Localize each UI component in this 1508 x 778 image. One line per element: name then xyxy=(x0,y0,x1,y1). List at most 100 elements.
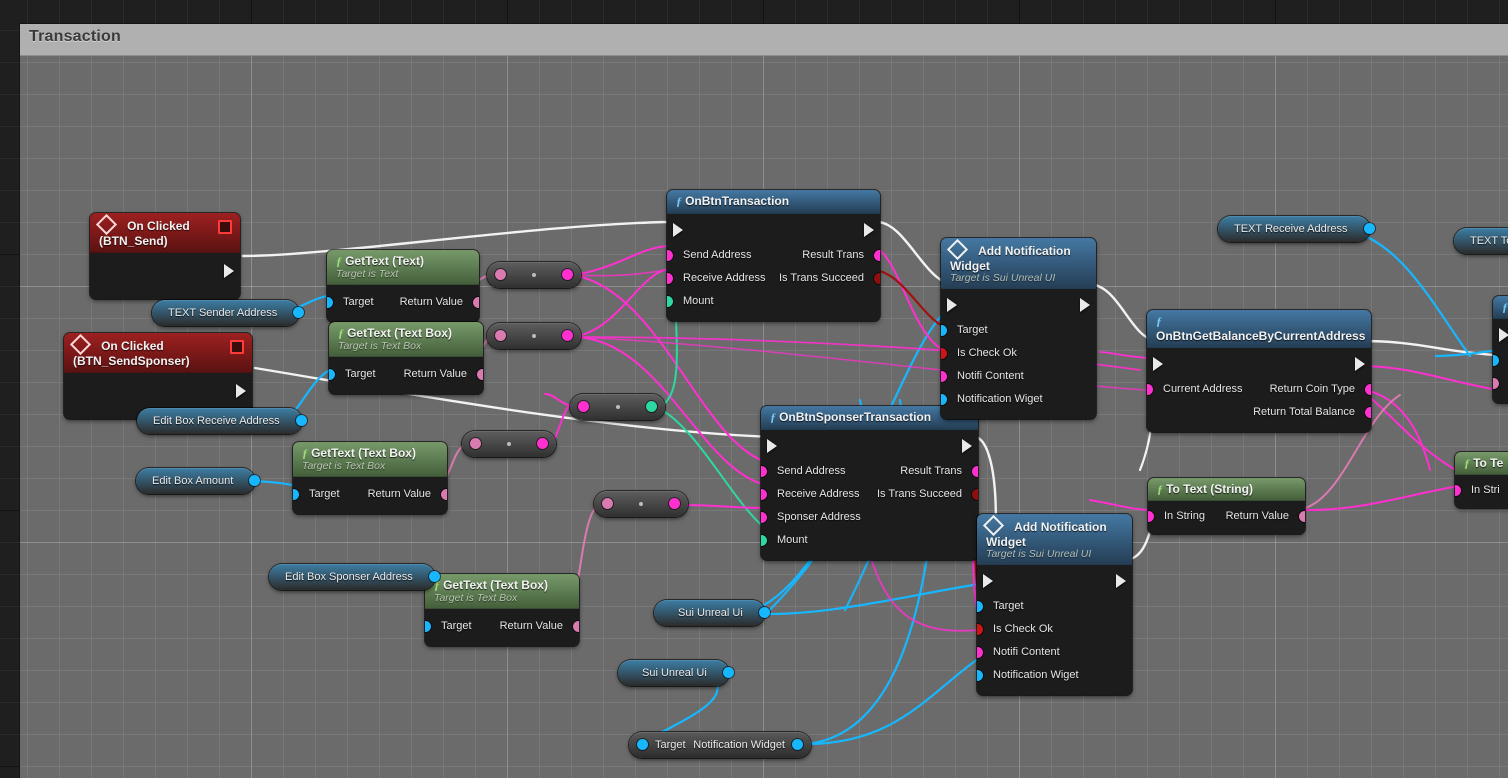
node-onbtngetbalancebycurrentaddress[interactable]: ƒ OnBtnGetBalanceByCurrentAddress Curren… xyxy=(1147,310,1371,432)
conv-input-pin[interactable] xyxy=(495,330,506,341)
is-check-ok-input-pin[interactable] xyxy=(941,348,947,359)
in-string-input-pin[interactable] xyxy=(1148,511,1154,522)
notifi-content-input-pin[interactable] xyxy=(977,647,983,658)
exec-out-pin[interactable] xyxy=(1116,574,1126,588)
conv-output-pin[interactable] xyxy=(562,269,573,280)
conv-output-pin[interactable] xyxy=(669,498,680,509)
receive-address-input-pin[interactable] xyxy=(667,273,673,284)
is-trans-succeed-output-pin[interactable] xyxy=(972,489,978,500)
current-address-input-pin[interactable] xyxy=(1147,384,1153,395)
pin-row-target[interactable]: Target xyxy=(977,595,1132,618)
node-gettext-text[interactable]: ƒ GetText (Text) Target is Text Target R… xyxy=(327,250,479,322)
var-sui-unreal-ui-1[interactable]: Sui Unreal Ui xyxy=(654,600,770,626)
pin-row-target[interactable]: Target xyxy=(941,319,1096,342)
pin-row-notifi-content[interactable]: Notifi Content xyxy=(941,365,1096,388)
variable-output-pin[interactable] xyxy=(1363,223,1375,234)
pin-row-current-address[interactable]: Current Address Return Coin Type xyxy=(1147,378,1371,401)
node-event-on-clicked-btn-sendsponser[interactable]: On Clicked (BTN_SendSponser) xyxy=(64,333,252,419)
node-onbtnsponsertransaction[interactable]: ƒ OnBtnSponserTransaction Send Address R… xyxy=(761,406,978,560)
text-input-pin[interactable] xyxy=(1493,378,1499,389)
pin-row-exec[interactable] xyxy=(1493,323,1508,349)
pin-row-notification-wiget[interactable]: Notification Wiget xyxy=(941,388,1096,411)
receive-address-input-pin[interactable] xyxy=(761,489,767,500)
mount-input-pin[interactable] xyxy=(761,535,767,546)
pin-row-exec[interactable] xyxy=(1147,352,1371,378)
delegate-pin-icon[interactable] xyxy=(230,340,244,354)
return-value-output-pin[interactable] xyxy=(1299,511,1305,522)
pin-row-exec[interactable] xyxy=(667,218,880,244)
conversion-node-text-to-text-2[interactable] xyxy=(487,323,581,349)
exec-out-pin[interactable] xyxy=(236,384,246,398)
variable-output-pin[interactable] xyxy=(722,667,734,678)
pin-row-send-address[interactable]: Send Address Result Trans xyxy=(667,244,880,267)
notifi-content-input-pin[interactable] xyxy=(941,371,947,382)
variable-output-pin[interactable] xyxy=(758,607,770,618)
conv-input-pin[interactable] xyxy=(602,498,613,509)
exec-out-pin[interactable] xyxy=(962,439,972,453)
target-input-pin[interactable] xyxy=(941,325,947,336)
exec-out-pin[interactable] xyxy=(224,264,234,278)
var-edit-box-amount[interactable]: Edit Box Amount xyxy=(136,468,261,494)
pin-row-exec[interactable] xyxy=(941,293,1096,319)
conv-input-pin[interactable] xyxy=(470,438,481,449)
pin-row-exec[interactable] xyxy=(977,569,1132,595)
target-input-pin[interactable] xyxy=(327,297,333,308)
node-partial-offscreen-right[interactable]: ƒ xyxy=(1493,296,1508,403)
conversion-node-text-to-float[interactable] xyxy=(570,394,665,420)
pin-row-target[interactable]: Target Return Value xyxy=(293,483,447,506)
is-trans-succeed-output-pin[interactable] xyxy=(874,273,880,284)
pin-row-exec[interactable] xyxy=(761,434,978,460)
conv-output-pin[interactable] xyxy=(537,438,548,449)
variable-output-pin[interactable] xyxy=(428,571,440,582)
pin-row-exec-out[interactable] xyxy=(90,259,240,282)
variable-output-pin[interactable] xyxy=(295,415,307,426)
node-to-text-string-offscreen[interactable]: ƒ To Te In Stri xyxy=(1455,452,1508,508)
sponser-address-input-pin[interactable] xyxy=(761,512,767,523)
return-value-output-pin[interactable] xyxy=(477,369,483,380)
var-text-total-offscreen[interactable]: TEXT Tot xyxy=(1454,228,1508,254)
blueprint-graph-canvas[interactable]: Transaction On Clicked (BTN_Send) On Cli… xyxy=(0,0,1508,778)
var-edit-box-receive-address[interactable]: Edit Box Receive Address xyxy=(137,408,307,434)
target-input-pin[interactable] xyxy=(977,601,983,612)
exec-out-pin[interactable] xyxy=(1080,298,1090,312)
object-input-pin[interactable] xyxy=(1493,355,1499,366)
delegate-pin-icon[interactable] xyxy=(218,220,232,234)
var-text-receive-address[interactable]: TEXT Receive Address xyxy=(1218,216,1375,242)
node-to-text-string[interactable]: ƒ To Text (String) In String Return Valu… xyxy=(1148,478,1305,534)
return-value-output-pin[interactable] xyxy=(573,621,579,632)
exec-out-pin[interactable] xyxy=(864,223,874,237)
exec-in-pin[interactable] xyxy=(767,439,777,453)
pin-row-in-string[interactable]: In Stri xyxy=(1455,479,1508,502)
conv-output-pin[interactable] xyxy=(646,401,657,412)
in-string-input-pin[interactable] xyxy=(1455,485,1461,496)
is-check-ok-input-pin[interactable] xyxy=(977,624,983,635)
notification-wiget-input-pin[interactable] xyxy=(941,394,947,405)
return-value-output-pin[interactable] xyxy=(473,297,479,308)
var-sui-unreal-ui-2[interactable]: Sui Unreal Ui xyxy=(618,660,734,686)
pin-row-notification-wiget[interactable]: Notification Wiget xyxy=(977,664,1132,687)
pin-row-in-string[interactable]: In String Return Value xyxy=(1148,505,1305,528)
pin-row-receive-address[interactable]: Receive Address Is Trans Succeed xyxy=(761,483,978,506)
result-trans-output-pin[interactable] xyxy=(874,250,880,261)
mount-input-pin[interactable] xyxy=(667,296,673,307)
target-input-pin[interactable] xyxy=(329,369,335,380)
pin-row-return-total-balance[interactable]: Return Total Balance xyxy=(1147,401,1371,424)
conv-input-pin[interactable] xyxy=(495,269,506,280)
exec-in-pin[interactable] xyxy=(947,298,957,312)
exec-in-pin[interactable] xyxy=(673,223,683,237)
pin-row-receive-address[interactable]: Receive Address Is Trans Succeed xyxy=(667,267,880,290)
pin-row-is-check-ok[interactable]: Is Check Ok xyxy=(977,618,1132,641)
return-total-balance-output-pin[interactable] xyxy=(1365,407,1371,418)
node-onbtntransaction[interactable]: ƒ OnBtnTransaction Send Address Result T… xyxy=(667,190,880,321)
pin-row-object[interactable] xyxy=(1493,349,1508,372)
node-event-on-clicked-btn-send[interactable]: On Clicked (BTN_Send) xyxy=(90,213,240,299)
conversion-node-text-to-text-3[interactable] xyxy=(462,431,556,457)
node-gettext-textbox-1[interactable]: ƒ GetText (Text Box) Target is Text Box … xyxy=(329,322,483,394)
node-gettext-textbox-3[interactable]: ƒ GetText (Text Box) Target is Text Box … xyxy=(425,574,579,646)
notification-wiget-input-pin[interactable] xyxy=(977,670,983,681)
node-add-notification-widget-2[interactable]: Add Notification Widget Target is Sui Un… xyxy=(977,514,1132,695)
conv-input-pin[interactable] xyxy=(578,401,589,412)
pin-row-notifi-content[interactable]: Notifi Content xyxy=(977,641,1132,664)
notification-widget-output-pin[interactable] xyxy=(792,739,803,750)
exec-in-pin[interactable] xyxy=(1499,328,1508,342)
